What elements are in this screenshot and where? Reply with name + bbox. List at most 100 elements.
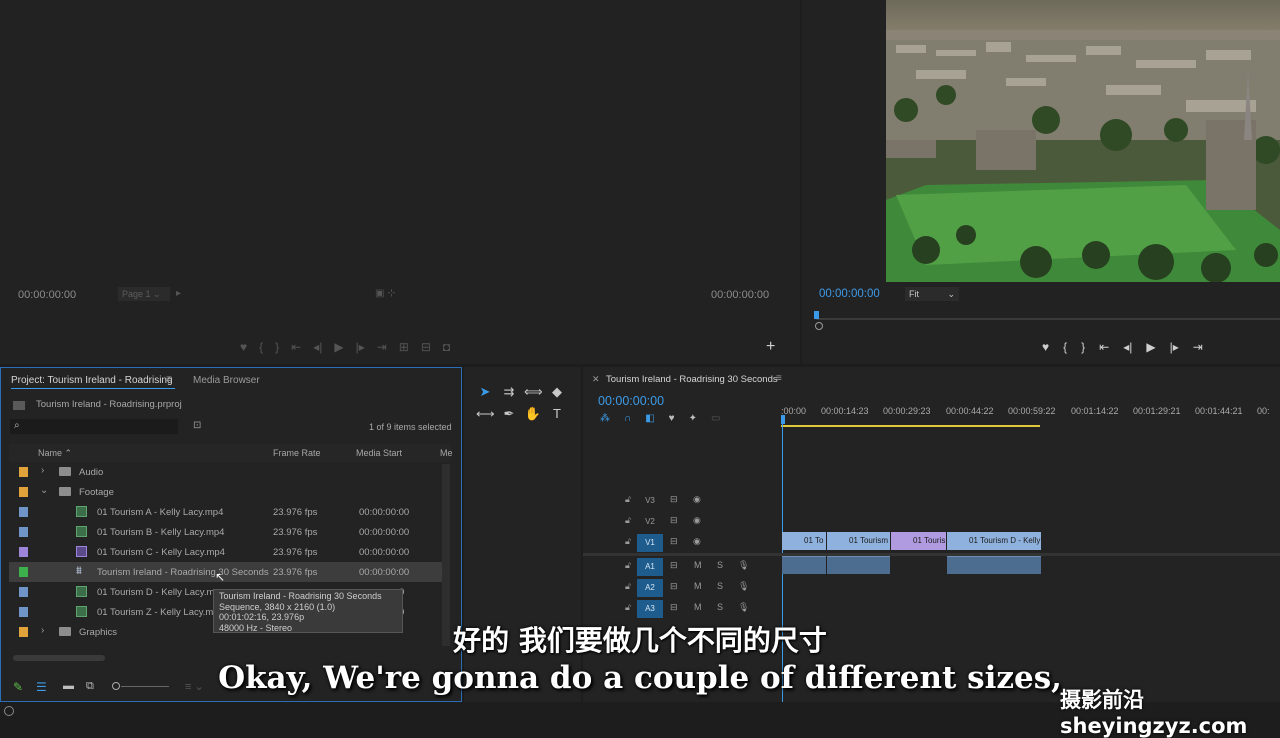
label-color[interactable] xyxy=(19,467,28,477)
go-to-in-icon[interactable]: ⇤ xyxy=(1099,340,1109,354)
eye-icon[interactable]: ◉ xyxy=(693,536,701,547)
close-icon[interactable]: ✕ xyxy=(592,374,600,385)
zoom-handle-icon[interactable] xyxy=(815,322,823,330)
zoom-fit-dropdown[interactable]: Fit ⌄ xyxy=(905,287,959,301)
tab-media-browser[interactable]: Media Browser xyxy=(193,375,260,386)
microphone-icon[interactable]: 🎙︎ xyxy=(738,581,749,592)
timeline-clip[interactable]: 01 Tourism xyxy=(827,532,890,550)
eye-icon[interactable]: ◉ xyxy=(693,494,701,505)
track-label[interactable]: A1 xyxy=(637,558,663,576)
track-label[interactable]: V2 xyxy=(637,513,663,531)
solo-button[interactable]: S xyxy=(717,602,723,612)
lock-icon[interactable]: 🔓︎ xyxy=(625,560,631,571)
label-color[interactable] xyxy=(19,507,28,517)
track-select-tool-icon[interactable]: ⇉ xyxy=(500,383,518,401)
camera-icon[interactable]: ◘ xyxy=(443,340,450,354)
audio-clip[interactable] xyxy=(947,556,1041,574)
marker-icon[interactable]: ♥ xyxy=(669,413,675,424)
timeline-clip[interactable]: 01 Tourism D - Kelly xyxy=(947,532,1041,550)
step-forward-icon[interactable]: |▸ xyxy=(356,340,365,354)
audio-clip[interactable] xyxy=(827,556,890,574)
ripple-edit-tool-icon[interactable]: ⟺ xyxy=(524,383,543,401)
program-timecode[interactable]: 00:00:00:00 xyxy=(819,288,880,300)
lock-icon[interactable]: 🔓︎ xyxy=(625,581,631,592)
sync-lock-icon[interactable]: ⊟ xyxy=(670,560,678,571)
label-color[interactable] xyxy=(19,547,28,557)
sync-lock-icon[interactable]: ⊟ xyxy=(670,494,678,505)
step-back-icon[interactable]: ◂| xyxy=(313,340,322,354)
list-item[interactable]: 01 Tourism A - Kelly Lacy.mp4 23.976 fps… xyxy=(9,502,443,522)
audio-clip[interactable] xyxy=(782,556,826,574)
nest-icon[interactable]: ⁂ xyxy=(600,413,610,424)
col-media-start[interactable]: Media Start xyxy=(356,448,402,458)
track-label[interactable]: V1 xyxy=(637,534,663,552)
sync-lock-icon[interactable]: ⊟ xyxy=(670,515,678,526)
mark-out-icon[interactable]: } xyxy=(275,340,279,354)
insert-icon[interactable]: ⊞ xyxy=(399,340,409,354)
page-dropdown[interactable]: Page 1 ⌄ xyxy=(118,287,170,301)
lock-icon[interactable]: 🔓︎ xyxy=(625,494,631,505)
search-input[interactable]: ⌕ xyxy=(10,419,178,434)
label-color[interactable] xyxy=(19,587,28,597)
eye-icon[interactable]: ◉ xyxy=(693,515,701,526)
list-item[interactable]: › Audio xyxy=(9,462,443,482)
mark-in-icon[interactable]: { xyxy=(1063,340,1067,354)
sync-lock-icon[interactable]: ⊟ xyxy=(670,581,678,592)
type-tool-icon[interactable]: T xyxy=(548,405,566,423)
list-item[interactable]: ⩩ Tourism Ireland - Roadrising 30 Second… xyxy=(9,562,443,582)
timeline-timecode[interactable]: 00:00:00:00 xyxy=(598,394,664,408)
label-color[interactable] xyxy=(19,487,28,497)
label-color[interactable] xyxy=(19,607,28,617)
list-item[interactable]: ⌄ Footage xyxy=(9,482,443,502)
snap-icon[interactable]: ∩ xyxy=(624,413,631,424)
selection-tool-icon[interactable]: ➤ xyxy=(476,383,494,401)
tab-project[interactable]: Project: Tourism Ireland - Roadrising xyxy=(11,375,173,386)
time-ruler[interactable]: :00:00 00:00:14:23 00:00:29:23 00:00:44:… xyxy=(781,395,1280,427)
microphone-icon[interactable]: 🎙︎ xyxy=(738,560,749,571)
marker-icon[interactable]: ♥ xyxy=(240,340,247,354)
label-color[interactable] xyxy=(19,527,28,537)
play-icon[interactable]: ▶ xyxy=(334,340,343,354)
chevron-right-icon[interactable]: › xyxy=(41,465,44,476)
sync-lock-icon[interactable]: ⊟ xyxy=(670,602,678,613)
go-to-out-icon[interactable]: ⇥ xyxy=(1193,340,1203,354)
captions-icon[interactable]: ▭ xyxy=(711,413,720,424)
settings-icon[interactable]: ▣ ⊹ xyxy=(375,288,396,299)
solo-button[interactable]: S xyxy=(717,560,723,570)
play-icon[interactable]: ▶ xyxy=(1146,340,1155,354)
timeline-clip[interactable]: 01 To xyxy=(782,532,826,550)
marker-icon[interactable]: ♥ xyxy=(1042,340,1049,354)
hand-tool-icon[interactable]: ✋ xyxy=(524,405,542,423)
overwrite-icon[interactable]: ⊟ xyxy=(421,340,431,354)
timeline-clip[interactable]: 01 Touris xyxy=(891,532,946,550)
slip-tool-icon[interactable]: ⟷ xyxy=(476,405,495,423)
track-label[interactable]: A2 xyxy=(637,579,663,597)
source-timecode[interactable]: 00:00:00:00 xyxy=(18,289,76,301)
mark-out-icon[interactable]: } xyxy=(1081,340,1085,354)
add-button-icon[interactable]: + xyxy=(766,338,775,356)
wrench-icon[interactable]: ✦ xyxy=(689,413,697,424)
linked-selection-icon[interactable]: ◧ xyxy=(645,413,654,424)
pen-tool-icon[interactable]: ✒ xyxy=(500,405,518,423)
tab-sequence[interactable]: Tourism Ireland - Roadrising 30 Seconds xyxy=(606,374,778,385)
col-frame-rate[interactable]: Frame Rate xyxy=(273,448,321,458)
step-forward-icon[interactable]: |▸ xyxy=(1170,340,1179,354)
sync-lock-icon[interactable]: ⊟ xyxy=(670,536,678,547)
step-back-icon[interactable]: ◂| xyxy=(1123,340,1132,354)
list-item[interactable]: 01 Tourism B - Kelly Lacy.mp4 23.976 fps… xyxy=(9,522,443,542)
new-bin-icon[interactable]: ⊡ xyxy=(193,420,201,431)
mute-button[interactable]: M xyxy=(694,560,702,570)
list-item[interactable]: 01 Tourism C - Kelly Lacy.mp4 23.976 fps… xyxy=(9,542,443,562)
col-name[interactable]: Name ⌃ xyxy=(38,448,72,459)
microphone-icon[interactable]: 🎙︎ xyxy=(738,602,749,613)
lock-icon[interactable]: 🔓︎ xyxy=(625,536,631,547)
mark-in-icon[interactable]: { xyxy=(259,340,263,354)
program-scrubber[interactable] xyxy=(816,318,1280,320)
work-area-bar[interactable] xyxy=(781,425,1040,427)
panel-menu-icon[interactable]: ≡ xyxy=(776,373,782,384)
mute-button[interactable]: M xyxy=(694,602,702,612)
mute-button[interactable]: M xyxy=(694,581,702,591)
go-to-out-icon[interactable]: ⇥ xyxy=(377,340,387,354)
lock-icon[interactable]: 🔓︎ xyxy=(625,515,631,526)
playhead-icon[interactable] xyxy=(814,311,819,319)
